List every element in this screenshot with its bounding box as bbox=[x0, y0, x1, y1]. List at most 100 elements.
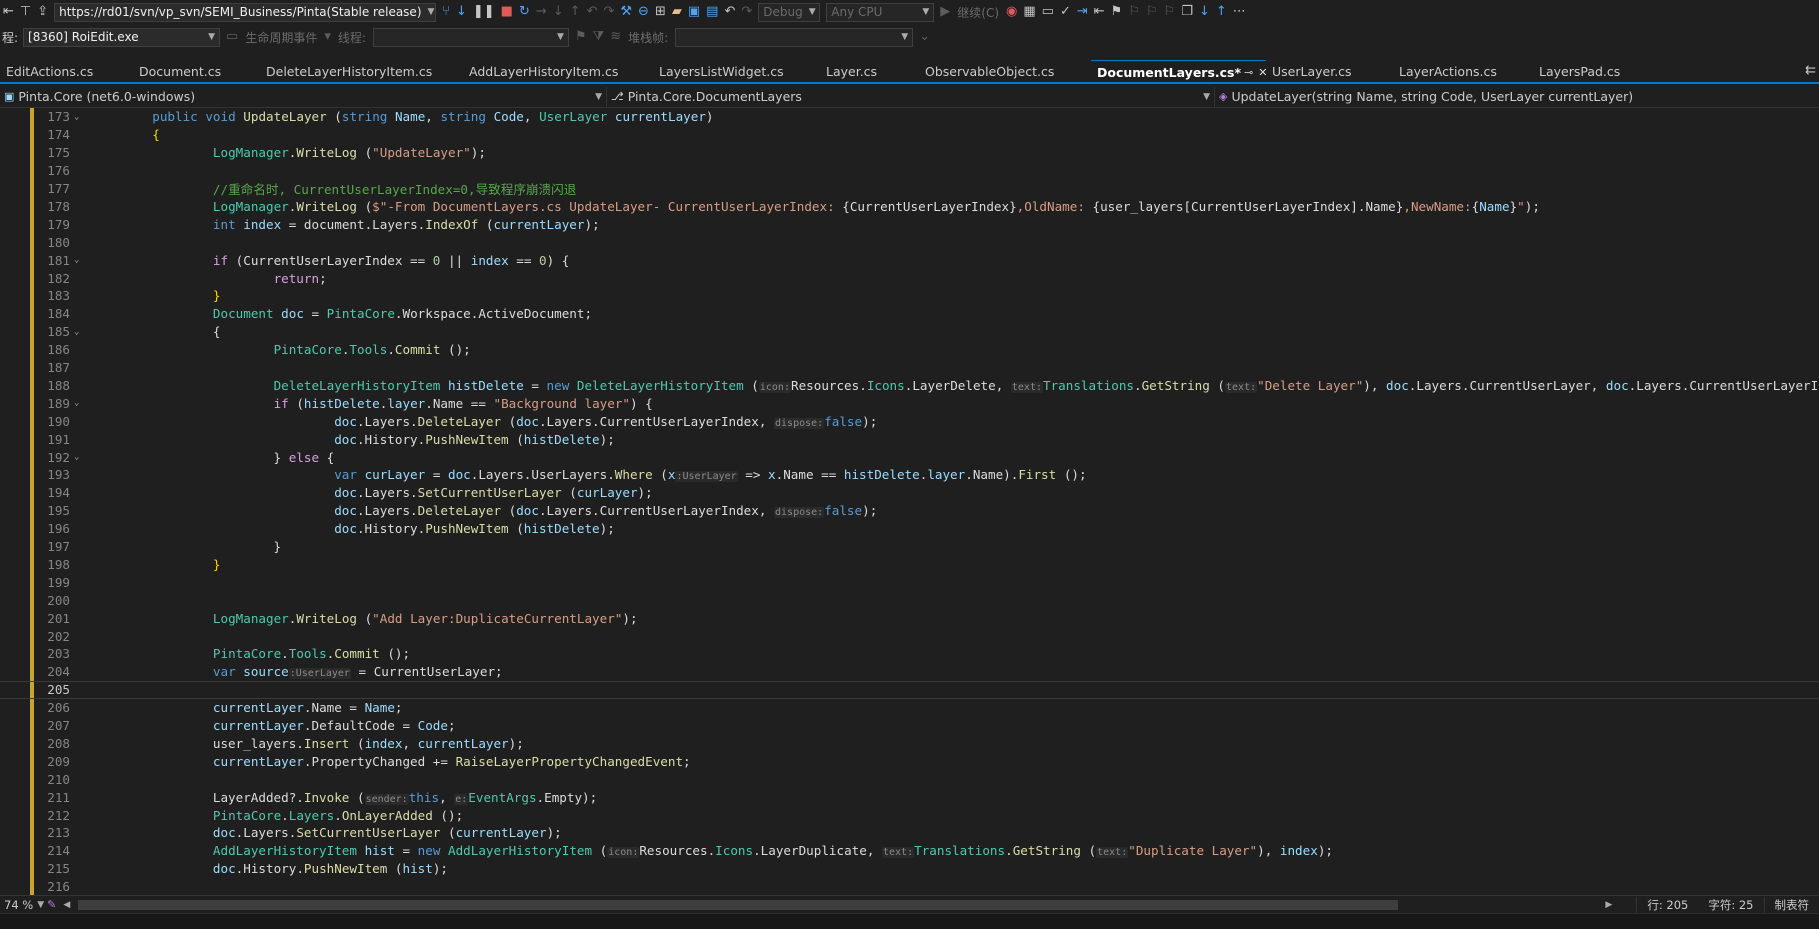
code-line[interactable]: 185⌄ { bbox=[0, 323, 1819, 341]
navigate-back-icon[interactable]: ⊖ bbox=[635, 2, 652, 22]
bookmark-next-icon[interactable]: ⚐ bbox=[1143, 2, 1161, 22]
code-line[interactable]: 208 user_layers.Insert (index, currentLa… bbox=[0, 735, 1819, 753]
code-line[interactable]: 184 Document doc = PintaCore.Workspace.A… bbox=[0, 305, 1819, 323]
outdent-icon[interactable]: ⇤ bbox=[1091, 2, 1108, 22]
fold-icon[interactable]: ⌄ bbox=[74, 327, 84, 337]
tab-userlayer-cs[interactable]: UserLayer.cs bbox=[1266, 60, 1393, 83]
stackframe-combo[interactable]: ▼ bbox=[675, 28, 913, 47]
code-line[interactable]: 215 doc.History.PushNewItem (hist); bbox=[0, 860, 1819, 878]
filter-icon[interactable]: ⧩ bbox=[590, 27, 608, 47]
chevron-down-icon[interactable]: ▼ bbox=[37, 900, 44, 910]
code-line[interactable]: 216 bbox=[0, 878, 1819, 895]
repository-url-combo[interactable]: https://rd01/svn/vp_svn/SEMI_Business/Pi… bbox=[54, 3, 436, 22]
fold-icon[interactable]: ⌄ bbox=[74, 452, 84, 462]
code-line[interactable]: 187 bbox=[0, 359, 1819, 377]
code-line[interactable]: 183 } bbox=[0, 287, 1819, 305]
code-line[interactable]: 199 bbox=[0, 573, 1819, 591]
code-line[interactable]: 194 doc.Layers.SetCurrentUserLayer (curL… bbox=[0, 484, 1819, 502]
redo-icon[interactable]: ↷ bbox=[738, 2, 755, 22]
hot-reload-fire-icon[interactable]: ◉ bbox=[1003, 2, 1020, 22]
arrow-up-icon[interactable]: ↑ bbox=[1213, 2, 1230, 22]
code-line[interactable]: 182 return; bbox=[0, 269, 1819, 287]
indent-icon[interactable]: ⇥ bbox=[1074, 2, 1091, 22]
tab-mode-indicator[interactable]: 制表符 bbox=[1764, 897, 1819, 913]
code-line[interactable]: 178 LogManager.WriteLog ($"-From Documen… bbox=[0, 198, 1819, 216]
fold-icon[interactable]: ⌄ bbox=[74, 255, 84, 265]
code-line[interactable]: 188 DeleteLayerHistoryItem histDelete = … bbox=[0, 377, 1819, 395]
branch-icon[interactable]: ⑂ bbox=[439, 2, 453, 22]
code-editor[interactable]: 173⌄ public void UpdateLayer (string Nam… bbox=[0, 108, 1819, 895]
code-line[interactable]: 207 currentLayer.DefaultCode = Code; bbox=[0, 717, 1819, 735]
code-line[interactable]: 195 doc.Layers.DeleteLayer (doc.Layers.C… bbox=[0, 502, 1819, 520]
process-combo[interactable]: [8360] RoiEdit.exe ▼ bbox=[23, 28, 220, 47]
threads-icon[interactable]: ≋ bbox=[607, 27, 624, 47]
scroll-left-icon[interactable]: ◀ bbox=[59, 900, 74, 910]
code-line[interactable]: 176 bbox=[0, 162, 1819, 180]
more-icon[interactable]: ⌄ bbox=[916, 27, 933, 47]
new-item-icon[interactable]: ⊞ bbox=[652, 2, 669, 22]
bookmark-icon[interactable]: ⚑ bbox=[1108, 2, 1126, 22]
code-line[interactable]: 209 currentLayer.PropertyChanged += Rais… bbox=[0, 752, 1819, 770]
hot-reload-icon[interactable]: ⚒ bbox=[617, 2, 635, 22]
back-icon[interactable]: ⇤ bbox=[0, 2, 17, 22]
step-over-icon[interactable]: → bbox=[533, 2, 550, 22]
save-icon[interactable]: ▣ bbox=[685, 2, 703, 22]
code-line[interactable]: 202 bbox=[0, 627, 1819, 645]
tab-overflow-icon[interactable]: ⇇ bbox=[1802, 61, 1819, 81]
code-line[interactable]: 193 var curLayer = doc.Layers.UserLayers… bbox=[0, 466, 1819, 484]
continue-button[interactable]: 继续(C) bbox=[953, 4, 1003, 21]
tab-documentlayers-cs[interactable]: DocumentLayers.cs*⊸✕ bbox=[1091, 60, 1266, 83]
undo-icon[interactable]: ↶ bbox=[721, 2, 738, 22]
current-code-line[interactable]: 205 bbox=[0, 681, 1819, 699]
code-line[interactable]: 177 //重命名时, CurrentUserLayerIndex=0,导致程序… bbox=[0, 180, 1819, 198]
member-dropdown[interactable]: ◈ UpdateLayer(string Name, string Code, … bbox=[1214, 87, 1819, 107]
code-line[interactable]: 190 doc.Layers.DeleteLayer (doc.Layers.C… bbox=[0, 412, 1819, 430]
tab-observableobject-cs[interactable]: ObservableObject.cs bbox=[919, 60, 1091, 83]
code-line[interactable]: 212 PintaCore.Layers.OnLayerAdded (); bbox=[0, 806, 1819, 824]
window-icon[interactable]: ❐ bbox=[1178, 2, 1196, 22]
split-icon[interactable]: ⊤ bbox=[17, 2, 34, 22]
step-into-icon[interactable]: ↓ bbox=[550, 2, 567, 22]
code-line[interactable]: 211 LayerAdded?.Invoke (sender:this, e:E… bbox=[0, 788, 1819, 806]
code-line[interactable]: 203 PintaCore.Tools.Commit (); bbox=[0, 645, 1819, 663]
code-line[interactable]: 200 bbox=[0, 591, 1819, 609]
thread-combo[interactable]: ▼ bbox=[373, 28, 569, 47]
save-all-icon[interactable]: ▤ bbox=[703, 2, 721, 22]
tab-addlayerhistoryitem-cs[interactable]: AddLayerHistoryItem.cs bbox=[463, 60, 653, 83]
type-dropdown[interactable]: ⎇ Pinta.Core.DocumentLayers ▼ bbox=[606, 87, 1214, 107]
pin-icon[interactable]: ⊸ bbox=[1241, 66, 1256, 79]
restart-icon[interactable]: ↻ bbox=[516, 2, 533, 22]
flag-icon[interactable]: ⚑ bbox=[572, 27, 590, 47]
chevron-down-icon[interactable]: ▾ bbox=[321, 27, 334, 47]
zoom-level[interactable]: 74 % bbox=[0, 898, 37, 912]
code-line[interactable]: 197 } bbox=[0, 538, 1819, 556]
step-icon[interactable]: ↓ bbox=[453, 2, 470, 22]
tab-document-cs[interactable]: Document.cs bbox=[133, 60, 260, 83]
code-line[interactable]: 201 LogManager.WriteLog ("Add Layer:Dupl… bbox=[0, 609, 1819, 627]
code-line[interactable]: 192⌄ } else { bbox=[0, 448, 1819, 466]
tab-layerslistwidget-cs[interactable]: LayersListWidget.cs bbox=[653, 60, 820, 83]
lifecycle-icon[interactable]: ▭ bbox=[223, 27, 241, 47]
fold-icon[interactable]: ⌄ bbox=[74, 398, 84, 408]
spellcheck-icon[interactable]: ✓ bbox=[1057, 2, 1074, 22]
open-folder-icon[interactable]: ▰ bbox=[669, 2, 685, 22]
bookmark-clear-icon[interactable]: ⚐ bbox=[1161, 2, 1179, 22]
row-indicator[interactable]: 行: 205 bbox=[1636, 897, 1698, 913]
scroll-right-icon[interactable]: ▶ bbox=[1601, 900, 1636, 910]
upload-icon[interactable]: ⇪ bbox=[34, 2, 51, 22]
code-line[interactable]: 186 PintaCore.Tools.Commit (); bbox=[0, 341, 1819, 359]
code-line[interactable]: 173⌄ public void UpdateLayer (string Nam… bbox=[0, 108, 1819, 126]
tab-layeractions-cs[interactable]: LayerActions.cs bbox=[1393, 60, 1533, 83]
code-line[interactable]: 191 doc.History.PushNewItem (histDelete)… bbox=[0, 430, 1819, 448]
project-dropdown[interactable]: ▣ Pinta.Core (net6.0-windows) ▼ bbox=[0, 87, 606, 107]
code-line[interactable]: 198 } bbox=[0, 556, 1819, 574]
code-line[interactable]: 180 bbox=[0, 233, 1819, 251]
code-line[interactable]: 175 LogManager.WriteLog ("UpdateLayer"); bbox=[0, 144, 1819, 162]
layout-icon[interactable]: ▭ bbox=[1039, 2, 1057, 22]
col-indicator[interactable]: 字符: 25 bbox=[1698, 897, 1763, 913]
platform-combo[interactable]: Any CPU ▼ bbox=[826, 3, 934, 22]
tab-editactions-cs[interactable]: EditActions.cs bbox=[0, 60, 133, 83]
play-icon[interactable]: ▶ bbox=[937, 2, 953, 22]
horizontal-scrollbar[interactable] bbox=[78, 900, 1398, 910]
tab-layerspad-cs[interactable]: LayersPad.cs bbox=[1533, 60, 1649, 83]
